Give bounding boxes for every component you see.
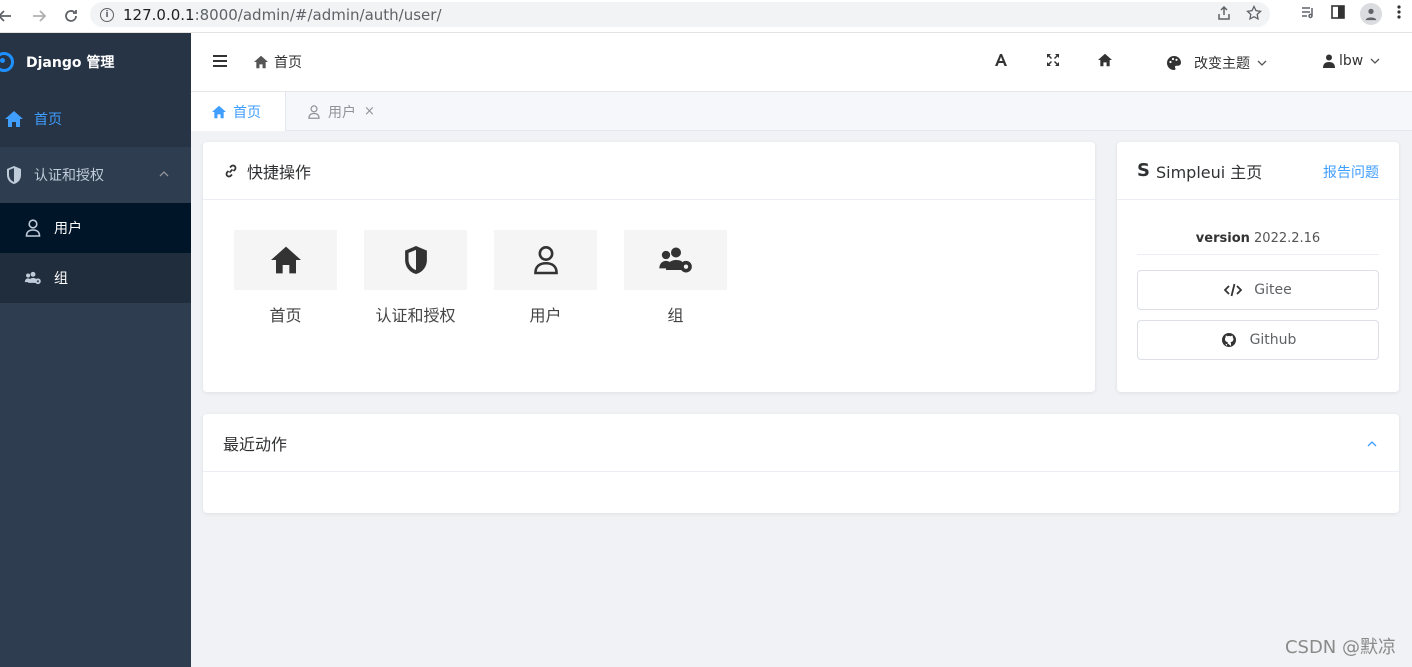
quick-item-auth[interactable]: 认证和授权: [364, 230, 467, 326]
font-size-icon[interactable]: [994, 53, 1008, 67]
tab-users[interactable]: 用户 ×: [286, 92, 396, 131]
reading-list-icon[interactable]: [1300, 4, 1316, 24]
card-header: 快捷操作: [203, 142, 1095, 200]
version-value: 2022.2.16: [1254, 231, 1321, 246]
home-icon: [4, 109, 24, 129]
chevron-up-icon[interactable]: [1365, 436, 1379, 450]
quick-item-groups[interactable]: 组: [624, 230, 727, 326]
theme-label: 改变主题: [1194, 56, 1250, 72]
sidebar: Django 管理 首页 认证和授权 用户 组: [0, 33, 191, 667]
button-label: Github: [1249, 332, 1297, 348]
breadcrumb-home[interactable]: 首页: [274, 52, 302, 72]
watermark: CSDN @默凉: [1284, 637, 1396, 658]
chevron-down-icon: [1257, 60, 1267, 66]
card-title: 快捷操作: [247, 162, 312, 182]
github-icon: [1220, 332, 1238, 348]
shield-icon: [404, 246, 427, 274]
sidebar-item-home[interactable]: 首页: [0, 91, 191, 147]
home-icon: [270, 246, 301, 274]
tab-bar: 首页 用户 ×: [191, 92, 1412, 131]
header: 首页 改变主题 lbw: [191, 33, 1412, 92]
more-menu-icon[interactable]: [1396, 4, 1402, 24]
url-path: :8000/admin/#/admin/auth/user/: [194, 5, 442, 24]
simpleui-logo-icon: S: [1137, 160, 1150, 181]
users-cog-icon: [24, 269, 42, 287]
version-info: version 2022.2.16: [1137, 231, 1379, 255]
submenu-auth: 用户 组: [0, 203, 191, 303]
menu-toggle-icon[interactable]: [213, 55, 227, 67]
button-label: Gitee: [1254, 282, 1292, 298]
quick-item-label: 组: [667, 306, 684, 325]
user-icon: [308, 104, 320, 119]
user-dropdown[interactable]: lbw: [1323, 53, 1381, 69]
url-host: 127.0.0.1: [123, 5, 195, 24]
back-icon[interactable]: [0, 3, 18, 29]
users-cog-icon: [658, 247, 692, 273]
bookmark-star-icon[interactable]: [1246, 4, 1262, 25]
tab-label: 首页: [233, 104, 261, 121]
quick-item-label: 首页: [269, 306, 302, 325]
django-logo-icon: [0, 52, 14, 72]
profile-avatar[interactable]: [1360, 3, 1382, 25]
site-info-icon[interactable]: i: [100, 7, 114, 22]
code-icon: [1224, 282, 1243, 298]
home-icon: [212, 105, 226, 118]
home-icon: [254, 55, 268, 69]
breadcrumb: 首页: [253, 52, 302, 72]
side-panel-icon[interactable]: [1330, 4, 1346, 24]
github-button[interactable]: Github: [1137, 320, 1379, 360]
quick-item-users[interactable]: 用户: [494, 230, 597, 326]
sidebar-item-label: 组: [54, 271, 68, 287]
user-icon: [1323, 54, 1335, 68]
quick-item-label: 认证和授权: [375, 306, 456, 325]
home-link-icon[interactable]: [1097, 53, 1113, 67]
user-label: lbw: [1339, 53, 1364, 69]
quick-actions-card: 快捷操作 首页 认证和授权 用户 组: [203, 142, 1095, 392]
chevron-up-icon: [157, 167, 171, 181]
logo[interactable]: Django 管理: [0, 33, 191, 91]
sidebar-item-label: 认证和授权: [34, 168, 104, 184]
quick-item-label: 用户: [529, 306, 562, 325]
tab-label: 用户: [328, 104, 356, 121]
forward-icon[interactable]: [26, 3, 52, 29]
link-icon: [225, 164, 237, 177]
theme-dropdown[interactable]: 改变主题: [1166, 53, 1268, 73]
simpleui-card: S Simpleui 主页 报告问题 version 2022.2.16 Git…: [1117, 142, 1399, 392]
close-icon[interactable]: ×: [364, 104, 375, 119]
sidebar-item-users[interactable]: 用户: [0, 203, 191, 253]
card-header: 最近动作: [203, 414, 1399, 472]
sidebar-item-groups[interactable]: 组: [0, 253, 191, 303]
tab-home[interactable]: 首页: [191, 92, 286, 131]
browser-toolbar: i 127.0.0.1:8000/admin/#/admin/auth/user…: [0, 0, 1412, 33]
user-icon: [24, 219, 42, 237]
sidebar-item-auth[interactable]: 认证和授权: [0, 147, 191, 203]
sidebar-item-label: 首页: [34, 112, 62, 128]
reload-icon[interactable]: [58, 3, 84, 29]
quick-item-home[interactable]: 首页: [234, 230, 337, 326]
card-title: Simpleui 主页: [1155, 162, 1263, 182]
user-icon: [533, 246, 558, 275]
gitee-button[interactable]: Gitee: [1137, 270, 1379, 310]
address-bar[interactable]: i 127.0.0.1:8000/admin/#/admin/auth/user…: [90, 2, 1270, 27]
sidebar-item-label: 用户: [54, 221, 82, 237]
shield-icon: [4, 165, 24, 185]
logo-title: Django 管理: [26, 55, 115, 71]
report-issue-link[interactable]: 报告问题: [1323, 162, 1379, 182]
version-key: version: [1195, 231, 1250, 246]
recent-actions-card: 最近动作: [203, 414, 1399, 513]
card-header: S Simpleui 主页 报告问题: [1117, 142, 1399, 200]
share-icon[interactable]: [1216, 5, 1232, 25]
chevron-down-icon: [1370, 58, 1380, 64]
fullscreen-icon[interactable]: [1046, 53, 1060, 67]
card-title: 最近动作: [223, 434, 288, 454]
palette-icon: [1167, 56, 1181, 70]
